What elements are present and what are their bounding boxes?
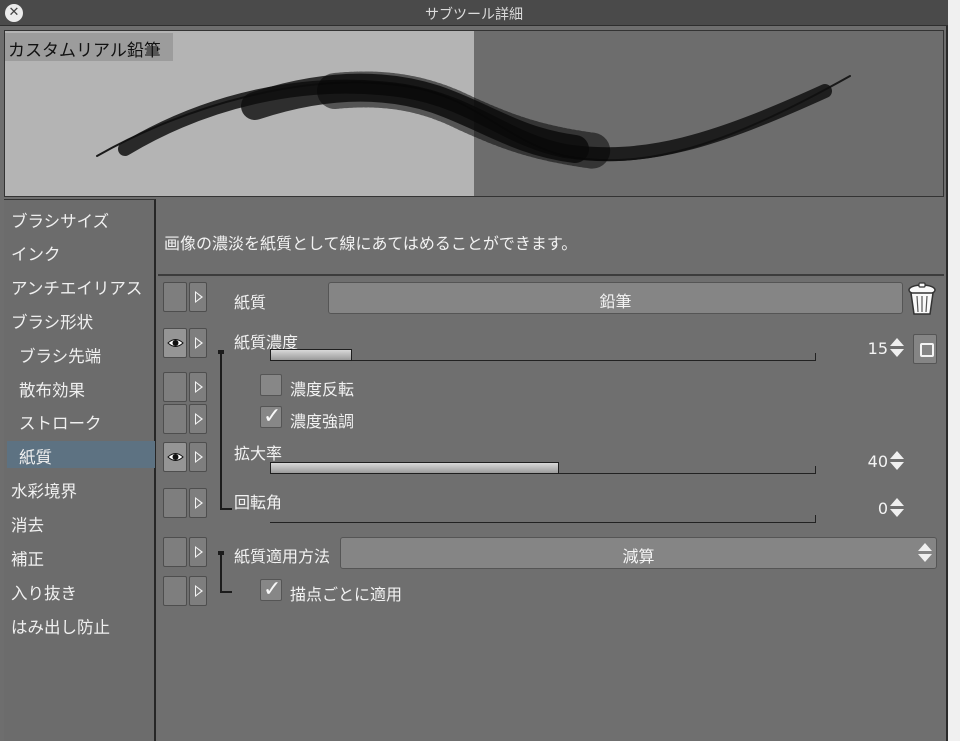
slider-tick — [815, 353, 816, 361]
paper-select-button[interactable]: 鉛筆 — [328, 282, 903, 314]
description-text: 画像の濃淡を紙質として線にあてはめることができます。 — [164, 234, 578, 253]
group-connector-dot — [218, 350, 224, 354]
group-connector-dot — [218, 551, 224, 555]
triangle-right-icon[interactable] — [189, 576, 207, 606]
eye-icon — [167, 339, 184, 347]
tool-name-label: カスタムリアル鉛筆 — [5, 33, 173, 61]
category-item[interactable]: はみ出し防止 — [4, 611, 152, 638]
description-panel: 画像の濃淡を紙質として線にあてはめることができます。 — [158, 199, 944, 276]
visibility-toggle-paper[interactable] — [163, 282, 187, 312]
group-connector-end — [220, 591, 232, 593]
per-dab-label: 描点ごとに適用 — [290, 585, 403, 604]
slider-tick — [815, 515, 816, 523]
paper-label: 紙質 — [234, 293, 267, 312]
visibility-toggle-scale[interactable] — [163, 442, 187, 472]
group-connector-line — [220, 350, 222, 510]
category-item[interactable]: インク — [4, 238, 152, 265]
category-item[interactable]: 補正 — [4, 543, 152, 570]
category-item[interactable]: ブラシ先端 — [4, 340, 152, 367]
emphasize-label: 濃度強調 — [290, 412, 355, 431]
invert-checkbox[interactable] — [260, 374, 282, 396]
emphasize-checkbox[interactable]: ✓ — [260, 404, 282, 429]
category-item[interactable]: 水彩境界 — [4, 475, 152, 502]
slider-tick — [815, 466, 816, 474]
category-list: ブラシサイズ インクアンチエイリアス ブラシ形状ブラシ先端散布効果ストローク紙質水彩… — [4, 199, 156, 741]
scale-value[interactable]: 40 — [848, 452, 888, 471]
category-item[interactable]: 入り抜き — [4, 577, 152, 604]
spin-arrows-icon[interactable] — [918, 541, 932, 565]
visibility-toggle-method[interactable] — [163, 537, 187, 567]
category-item[interactable]: アンチエイリアス — [4, 272, 152, 299]
category-item[interactable]: ブラシサイズ — [4, 205, 152, 232]
category-item[interactable]: ブラシ形状 — [4, 306, 152, 333]
density-value[interactable]: 15 — [848, 339, 888, 358]
triangle-right-icon[interactable] — [189, 372, 207, 402]
method-label: 紙質適用方法 — [234, 547, 331, 566]
spin-arrows-icon[interactable] — [890, 336, 904, 360]
eye-icon — [167, 453, 184, 461]
triangle-right-icon[interactable] — [189, 442, 207, 472]
group-connector-end — [220, 508, 232, 510]
visibility-toggle-rotation[interactable] — [163, 488, 187, 518]
triangle-right-icon[interactable] — [189, 488, 207, 518]
checkmark-icon: ✓ — [263, 404, 282, 429]
visibility-toggle-density[interactable] — [163, 328, 187, 358]
category-item[interactable]: ストローク — [4, 407, 152, 434]
brush-preview: カスタムリアル鉛筆 — [4, 30, 944, 197]
group-connector-line — [220, 551, 222, 593]
per-dab-checkbox[interactable]: ✓ — [260, 577, 282, 602]
rotation-value[interactable]: 0 — [848, 499, 888, 518]
visibility-toggle-per-dab[interactable] — [163, 576, 187, 606]
visibility-toggle-invert[interactable] — [163, 372, 187, 402]
category-item[interactable]: 紙質 — [7, 441, 155, 468]
rotation-slider[interactable] — [270, 507, 816, 523]
triangle-right-icon[interactable] — [189, 328, 207, 358]
visibility-toggle-emphasize[interactable] — [163, 404, 187, 434]
spin-arrows-icon[interactable] — [890, 496, 904, 520]
scale-slider[interactable] — [270, 458, 816, 474]
window-title: サブツール詳細 — [425, 7, 523, 23]
method-select[interactable]: 減算 — [340, 537, 937, 569]
checkmark-icon: ✓ — [263, 577, 282, 602]
density-slider[interactable] — [270, 345, 816, 361]
category-item[interactable]: 消去 — [4, 509, 152, 536]
invert-label: 濃度反転 — [290, 380, 355, 399]
properties-panel: 紙質 鉛筆 紙質濃度 15 濃度反転 ✓ 濃度強調 拡大率 40 回転角 0 紙… — [158, 278, 946, 741]
title-bar: ✕ サブツール詳細 — [0, 0, 948, 26]
scale-slider-fill — [270, 462, 559, 474]
trash-icon[interactable] — [906, 282, 938, 316]
density-slider-fill — [270, 349, 352, 361]
square-icon[interactable] — [913, 334, 937, 364]
spin-arrows-icon[interactable] — [890, 449, 904, 473]
triangle-right-icon[interactable] — [189, 282, 207, 312]
triangle-right-icon[interactable] — [189, 404, 207, 434]
category-item[interactable]: 散布効果 — [4, 374, 152, 401]
sub-tool-detail-window: ✕ サブツール詳細 カスタムリアル鉛筆 ブラシサイズ インクアンチエイリアス ブラシ… — [0, 0, 948, 741]
triangle-right-icon[interactable] — [189, 537, 207, 567]
